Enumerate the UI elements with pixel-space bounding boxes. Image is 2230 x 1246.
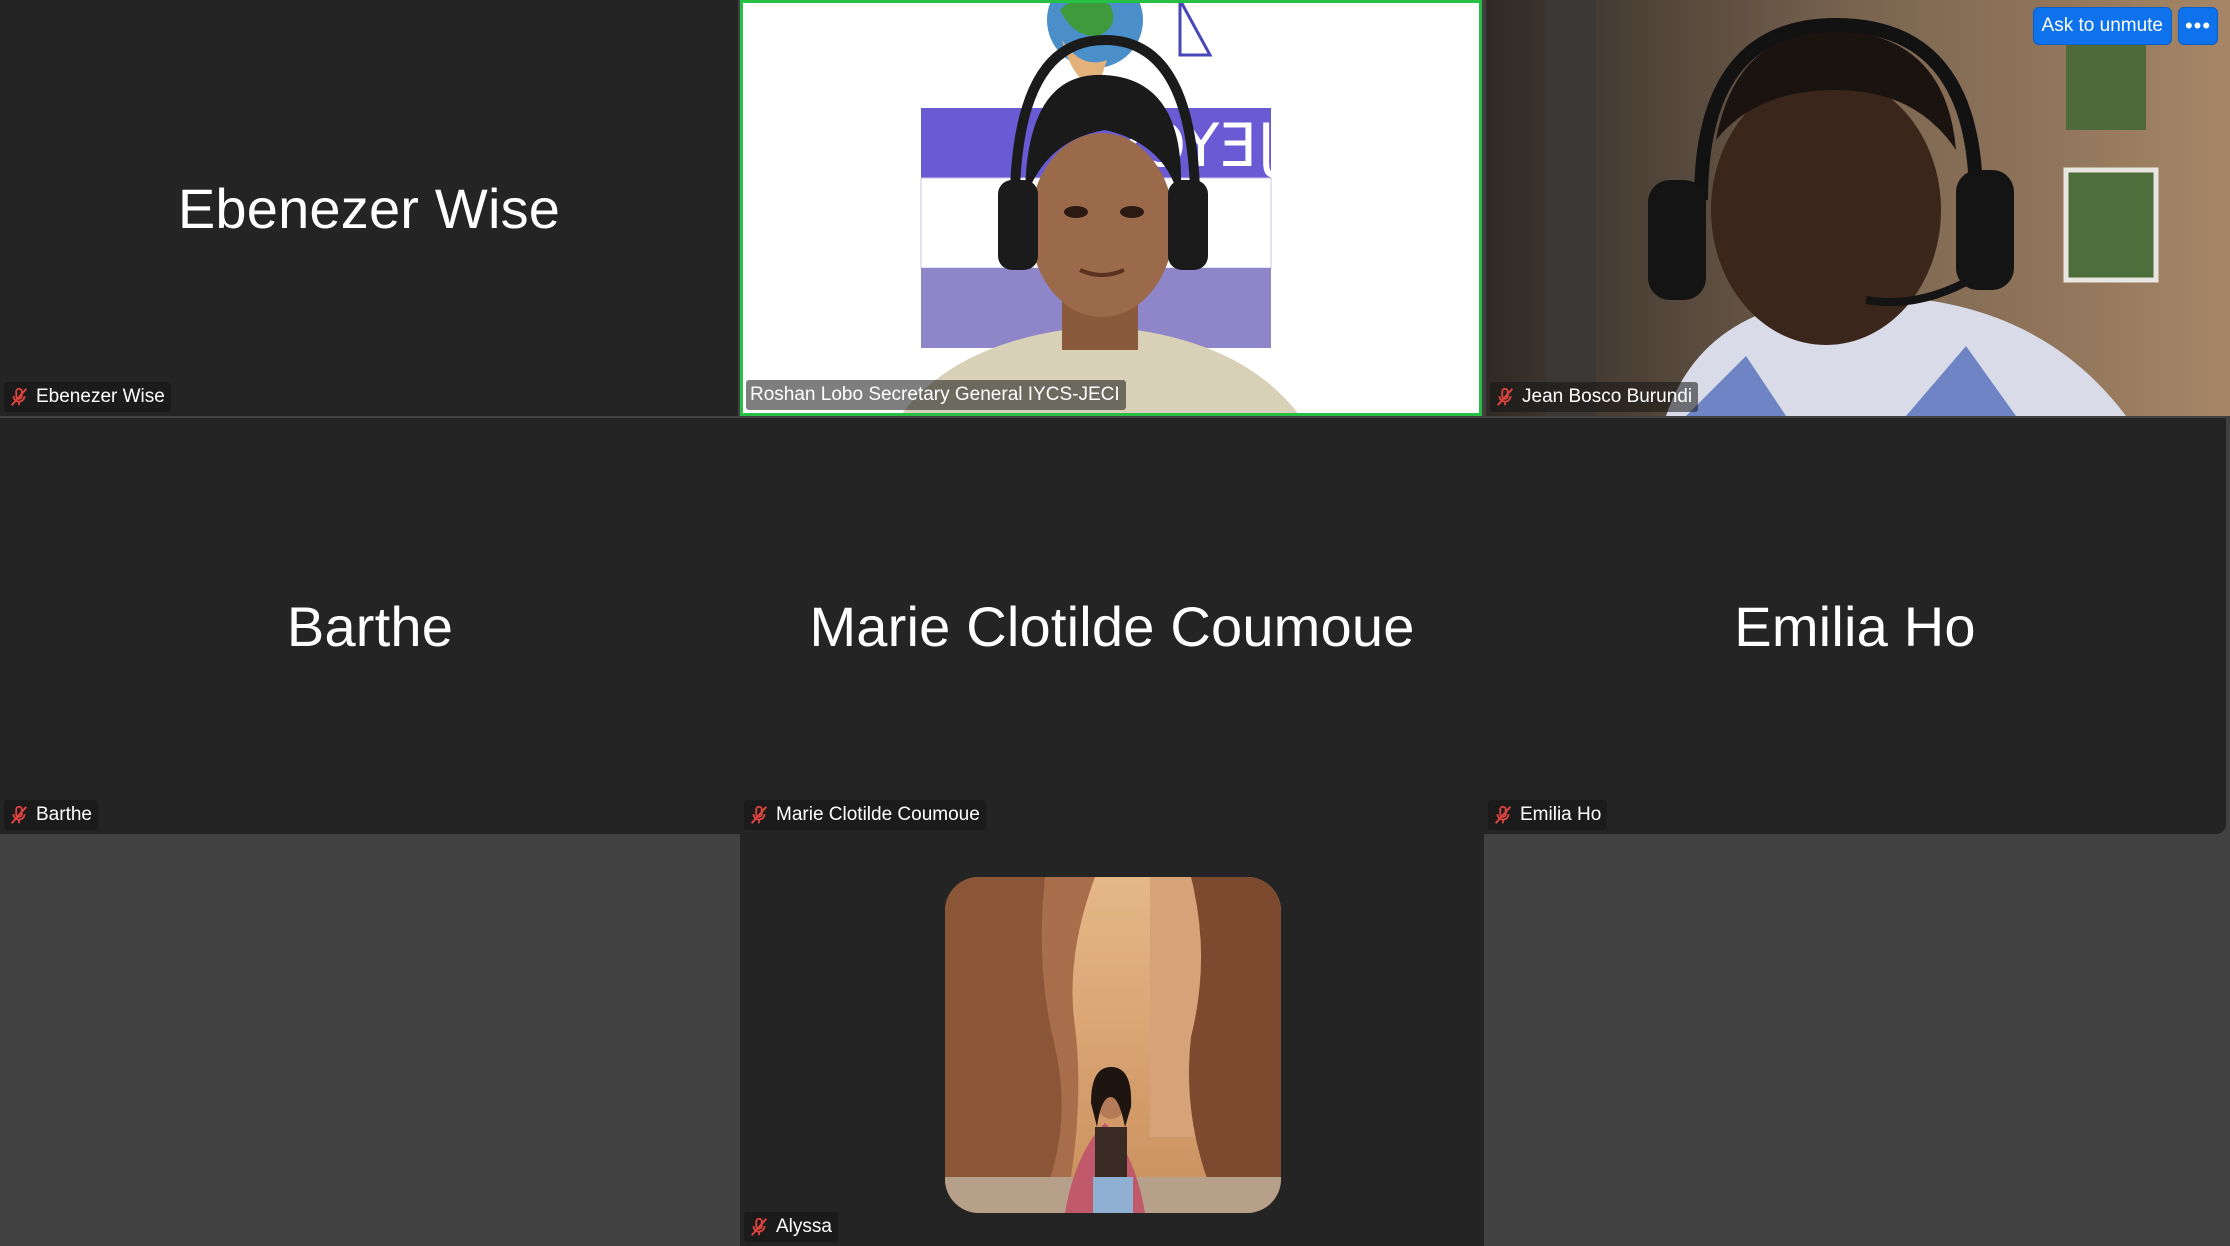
participant-tile-roshan[interactable]: JEYCS Roshan Lobo Secretary General IYCS… xyxy=(740,0,1482,416)
participant-display-name: Ebenezer Wise xyxy=(177,177,561,240)
more-options-icon: ••• xyxy=(2184,13,2212,38)
participant-name-tag: Ebenezer Wise xyxy=(4,382,171,412)
participant-display-name: Barthe xyxy=(286,595,454,658)
participant-tile-ebenezer[interactable]: Ebenezer Wise Ebenezer Wise xyxy=(0,0,738,416)
participant-label: Alyssa xyxy=(776,1216,832,1237)
participant-tile-emilia[interactable]: Emilia Ho Emilia Ho xyxy=(1484,418,2226,834)
participant-name-tag: Emilia Ho xyxy=(1488,800,1608,830)
muted-mic-icon xyxy=(10,805,28,824)
muted-mic-icon xyxy=(10,387,28,406)
participant-tile-alyssa[interactable]: Alyssa xyxy=(740,834,1484,1246)
video-controls: Ask to unmute ••• xyxy=(2032,7,2218,45)
participant-label: Jean Bosco Burundi xyxy=(1522,386,1693,407)
participant-name-tag: Roshan Lobo Secretary General IYCS-JECI xyxy=(746,380,1126,410)
muted-mic-icon xyxy=(750,805,768,824)
participant-name-tag: Alyssa xyxy=(744,1212,838,1242)
ask-to-unmute-button[interactable]: Ask to unmute xyxy=(2032,7,2172,45)
muted-mic-icon xyxy=(1496,387,1514,406)
participant-video-feed xyxy=(1486,0,2230,416)
profile-photo xyxy=(945,877,1281,1213)
more-options-button[interactable]: ••• xyxy=(2178,7,2218,45)
participant-display-name: Emilia Ho xyxy=(1734,595,1976,658)
participant-label: Marie Clotilde Coumoue xyxy=(776,804,980,825)
participant-name-tag: Barthe xyxy=(4,800,98,830)
participant-label: Barthe xyxy=(36,804,92,825)
participant-display-name: Marie Clotilde Coumoue xyxy=(809,595,1415,658)
muted-mic-icon xyxy=(750,1217,768,1236)
participant-tile-marie-clotilde[interactable]: Marie Clotilde Coumoue Marie Clotilde Co… xyxy=(740,418,1484,834)
participant-video-feed: JEYCS xyxy=(740,0,1482,416)
participant-label: Ebenezer Wise xyxy=(36,386,165,407)
participant-name-tag: Jean Bosco Burundi xyxy=(1490,382,1699,412)
participant-label: Emilia Ho xyxy=(1520,804,1602,825)
muted-mic-icon xyxy=(1494,805,1512,824)
participant-name-tag: Marie Clotilde Coumoue xyxy=(744,800,986,830)
participant-tile-jean-bosco[interactable]: Ask to unmute ••• Jean Bosco Burundi xyxy=(1486,0,2230,416)
participant-tile-barthe[interactable]: Barthe Barthe xyxy=(0,418,740,834)
participant-label: Roshan Lobo Secretary General IYCS-JECI xyxy=(750,384,1120,405)
